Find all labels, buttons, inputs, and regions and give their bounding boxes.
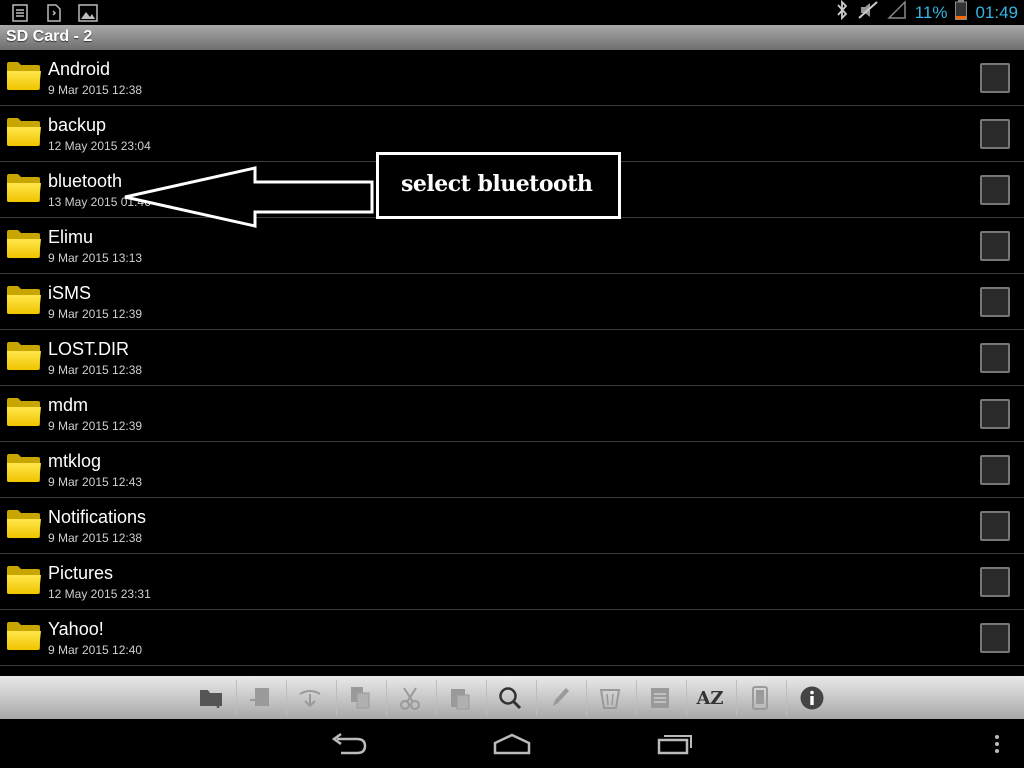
status-bar: 11% 01:49 [0, 0, 1024, 25]
task-icon [10, 3, 30, 22]
file-date: 12 May 2015 23:04 [48, 139, 151, 153]
file-list[interactable]: Android 9 Mar 2015 12:38 backup 12 May 2015… [0, 50, 1024, 670]
folder-icon [6, 452, 42, 484]
bluetooth-icon [835, 0, 849, 25]
select-checkbox[interactable] [980, 399, 1010, 429]
file-name: backup [48, 115, 107, 135]
file-name: Notifications [48, 507, 147, 527]
select-checkbox[interactable] [980, 63, 1010, 93]
file-name: mtklog [48, 451, 102, 471]
select-checkbox[interactable] [980, 511, 1010, 541]
new-folder-icon[interactable] [196, 682, 228, 714]
file-name: Pictures [48, 563, 114, 583]
phone-icon[interactable] [744, 682, 776, 714]
file-name: iSMS [48, 283, 92, 303]
folder-icon [6, 396, 42, 428]
move-icon[interactable] [244, 682, 276, 714]
signal-icon [886, 0, 907, 25]
share-icon[interactable] [294, 682, 326, 714]
file-row[interactable]: iSMS 9 Mar 2015 12:39 [0, 274, 1024, 330]
annotation-callout: select bluetooth [376, 152, 621, 219]
title-bar: SD Card - 2 [0, 25, 1024, 50]
file-date: 12 May 2015 23:31 [48, 587, 151, 601]
folder-icon [6, 116, 42, 148]
rename-icon[interactable] [544, 682, 576, 714]
file-icon [44, 3, 64, 22]
select-checkbox[interactable] [980, 175, 1010, 205]
file-row[interactable]: Notifications 9 Mar 2015 12:38 [0, 498, 1024, 554]
folder-icon [6, 228, 42, 260]
folder-icon [6, 508, 42, 540]
annotation-arrow [124, 166, 374, 228]
file-date: 9 Mar 2015 12:38 [48, 83, 143, 97]
annotation-text: select bluetooth [401, 171, 593, 197]
file-date: 9 Mar 2015 12:39 [48, 419, 143, 433]
file-name: Elimu [48, 227, 94, 247]
select-checkbox[interactable] [980, 287, 1010, 317]
file-name: bluetooth [48, 171, 123, 191]
file-row[interactable]: Android 9 Mar 2015 12:38 [0, 50, 1024, 106]
folder-icon [6, 620, 42, 652]
clock: 01:49 [975, 2, 1018, 22]
file-row[interactable]: LOST.DIR 9 Mar 2015 12:38 [0, 330, 1024, 386]
action-toolbar: AZ [0, 676, 1024, 719]
file-name: mdm [48, 395, 88, 415]
paste-icon[interactable] [444, 682, 476, 714]
file-date: 9 Mar 2015 12:40 [48, 643, 143, 657]
battery-percent: 11% [914, 2, 948, 22]
select-checkbox[interactable] [980, 119, 1010, 149]
file-name: LOST.DIR [48, 339, 130, 359]
folder-icon [6, 284, 42, 316]
cut-icon[interactable] [394, 682, 426, 714]
back-icon[interactable] [324, 729, 374, 759]
file-row[interactable]: Yahoo! 9 Mar 2015 12:40 [0, 610, 1024, 666]
home-icon[interactable] [487, 729, 537, 759]
select-checkbox[interactable] [980, 623, 1010, 653]
file-row[interactable]: mtklog 9 Mar 2015 12:43 [0, 442, 1024, 498]
search-icon[interactable] [494, 682, 526, 714]
copy-icon[interactable] [344, 682, 376, 714]
folder-icon [6, 340, 42, 372]
select-checkbox[interactable] [980, 455, 1010, 485]
delete-icon[interactable] [594, 682, 626, 714]
file-date: 9 Mar 2015 12:43 [48, 475, 143, 489]
zip-icon[interactable] [644, 682, 676, 714]
file-date: 9 Mar 2015 13:13 [48, 251, 143, 265]
mute-icon [857, 0, 879, 25]
navigation-bar [0, 719, 1024, 768]
folder-icon [6, 564, 42, 596]
page-title: SD Card - 2 [6, 28, 93, 45]
sort-az-label: AZ [696, 687, 724, 709]
sort-az-icon[interactable]: AZ [694, 682, 726, 714]
file-date: 9 Mar 2015 12:39 [48, 307, 143, 321]
select-checkbox[interactable] [980, 231, 1010, 261]
file-date: 9 Mar 2015 12:38 [48, 363, 143, 377]
battery-icon [955, 0, 968, 25]
select-checkbox[interactable] [980, 343, 1010, 373]
file-row[interactable]: mdm 9 Mar 2015 12:39 [0, 386, 1024, 442]
file-name: Android [48, 59, 111, 79]
folder-icon [6, 60, 42, 92]
file-name: Yahoo! [48, 619, 104, 639]
select-checkbox[interactable] [980, 567, 1010, 597]
recent-apps-icon[interactable] [650, 729, 700, 759]
file-date: 9 Mar 2015 12:38 [48, 531, 143, 545]
folder-icon [6, 172, 42, 204]
menu-icon[interactable] [972, 729, 1022, 759]
file-row[interactable]: Pictures 12 May 2015 23:31 [0, 554, 1024, 610]
info-icon[interactable] [796, 682, 828, 714]
image-icon [78, 3, 98, 22]
